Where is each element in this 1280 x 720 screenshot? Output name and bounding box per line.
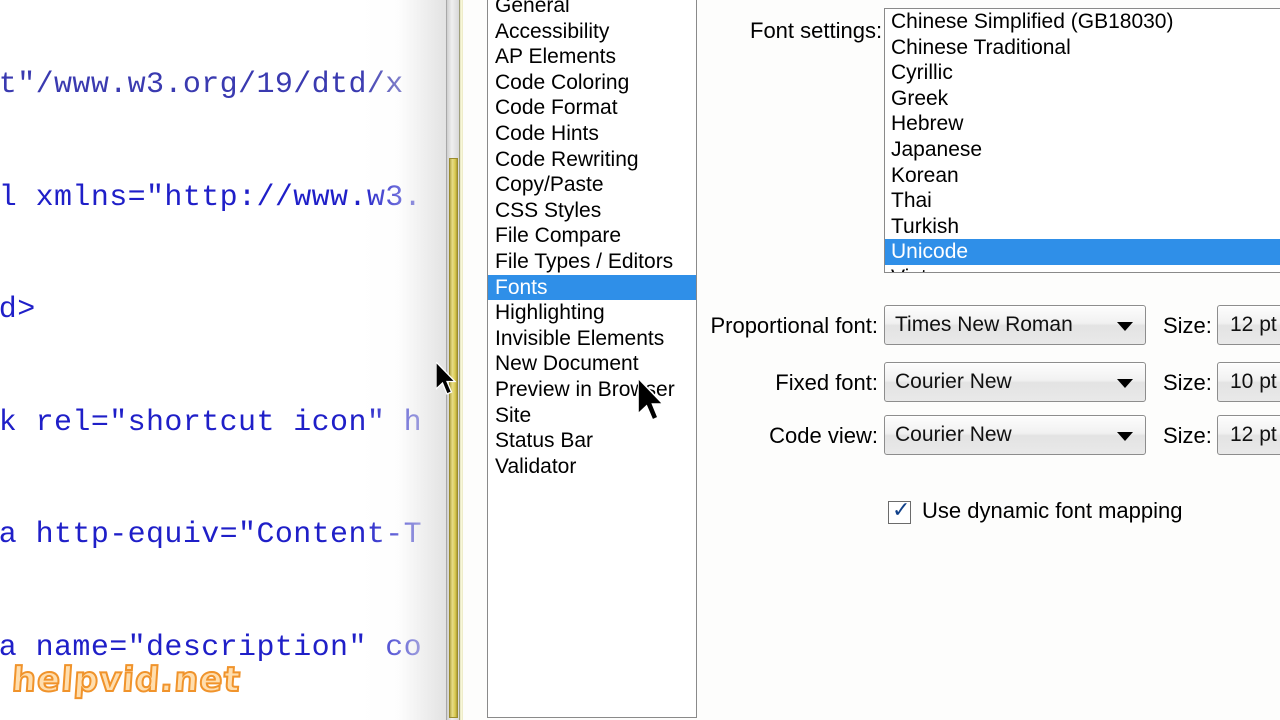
category-item-ap-elements[interactable]: AP Elements [488,44,696,70]
font-setting-hebrew[interactable]: Hebrew [885,111,1280,137]
chevron-down-icon[interactable] [1117,432,1133,441]
preferences-dialog: General Accessibility AP Elements Code C… [463,0,1280,720]
font-setting-turkish[interactable]: Turkish [885,214,1280,240]
code-line: tml xmlns="http://www.w3. [0,180,423,215]
fixed-font-value: Courier New [895,370,1012,393]
code-line: ipt"/www.w3.org/19/dtd/x [0,68,404,102]
chevron-down-icon[interactable] [1117,322,1133,331]
font-setting-cyrillic[interactable]: Cyrillic [885,60,1280,86]
category-item-code-hints[interactable]: Code Hints [488,121,696,147]
font-setting-korean[interactable]: Korean [885,163,1280,189]
fixed-font-label: Fixed font: [775,370,878,395]
category-item-code-rewriting[interactable]: Code Rewriting [488,147,696,173]
font-setting-chinese-simplified[interactable]: Chinese Simplified (GB18030) [885,9,1280,35]
proportional-size-combo[interactable]: 12 pt [1217,305,1280,345]
category-item-code-format[interactable]: Code Format [488,95,696,121]
category-item-accessibility[interactable]: Accessibility [488,19,696,45]
category-item-general[interactable]: General [488,0,696,19]
code-editor-text[interactable]: ipt"/www.w3.org/19/dtd/x tml xmlns="http… [0,0,446,720]
category-item-file-types-editors[interactable]: File Types / Editors [488,249,696,275]
font-settings-listbox[interactable]: Chinese Simplified (GB18030) Chinese Tra… [884,8,1280,273]
font-setting-unicode[interactable]: Unicode [885,239,1280,265]
category-item-fonts[interactable]: Fonts [488,274,696,301]
code-view-font-row: Code view: Courier New Size: 12 pt [463,415,1280,459]
proportional-font-value: Times New Roman [895,313,1073,336]
code-view-size-label: Size: [1163,423,1212,448]
checkmark-icon: ✓ [892,498,911,523]
category-item-css-styles[interactable]: CSS Styles [488,198,696,224]
proportional-font-combo[interactable]: Times New Roman [884,305,1146,345]
fixed-font-combo[interactable]: Courier New [884,362,1146,402]
font-setting-chinese-traditional[interactable]: Chinese Traditional [885,35,1280,61]
screen-root: ipt"/www.w3.org/19/dtd/x tml xmlns="http… [0,0,1280,720]
code-view-label: Code view: [769,423,878,448]
proportional-size-label: Size: [1163,313,1212,338]
dynamic-font-mapping-checkbox[interactable]: ✓ [888,498,911,524]
code-line: eta name="description" co [0,630,423,665]
proportional-size-value: 12 pt [1230,313,1277,336]
font-settings-label: Font settings: [750,18,883,43]
code-view-font-combo[interactable]: Courier New [884,415,1146,455]
proportional-font-row: Proportional font: Times New Roman Size:… [463,305,1280,349]
font-setting-japanese[interactable]: Japanese [885,137,1280,163]
category-item-file-compare[interactable]: File Compare [488,223,696,249]
font-setting-thai[interactable]: Thai [885,188,1280,214]
code-editor-pane[interactable]: ipt"/www.w3.org/19/dtd/x tml xmlns="http… [0,0,446,720]
fixed-font-row: Fixed font: Courier New Size: 10 pt [463,362,1280,406]
code-view-font-value: Courier New [895,423,1012,446]
category-item-code-coloring[interactable]: Code Coloring [488,70,696,96]
fixed-size-label: Size: [1163,370,1212,395]
proportional-font-label: Proportional font: [710,313,878,338]
dynamic-font-mapping-label: Use dynamic font mapping [922,498,1183,523]
code-view-size-combo[interactable]: 12 pt [1217,415,1280,455]
category-item-copy-paste[interactable]: Copy/Paste [488,172,696,198]
fixed-size-value: 10 pt [1230,370,1277,393]
font-setting-vietnamese[interactable]: Vietnamese [885,265,1280,272]
chevron-down-icon[interactable] [1117,379,1133,388]
font-setting-greek[interactable]: Greek [885,86,1280,112]
preferences-category-list[interactable]: General Accessibility AP Elements Code C… [487,0,697,718]
code-view-size-value: 12 pt [1230,423,1277,446]
fixed-size-combo[interactable]: 10 pt [1217,362,1280,402]
code-line: eta http-equiv="Content-T [0,518,423,552]
